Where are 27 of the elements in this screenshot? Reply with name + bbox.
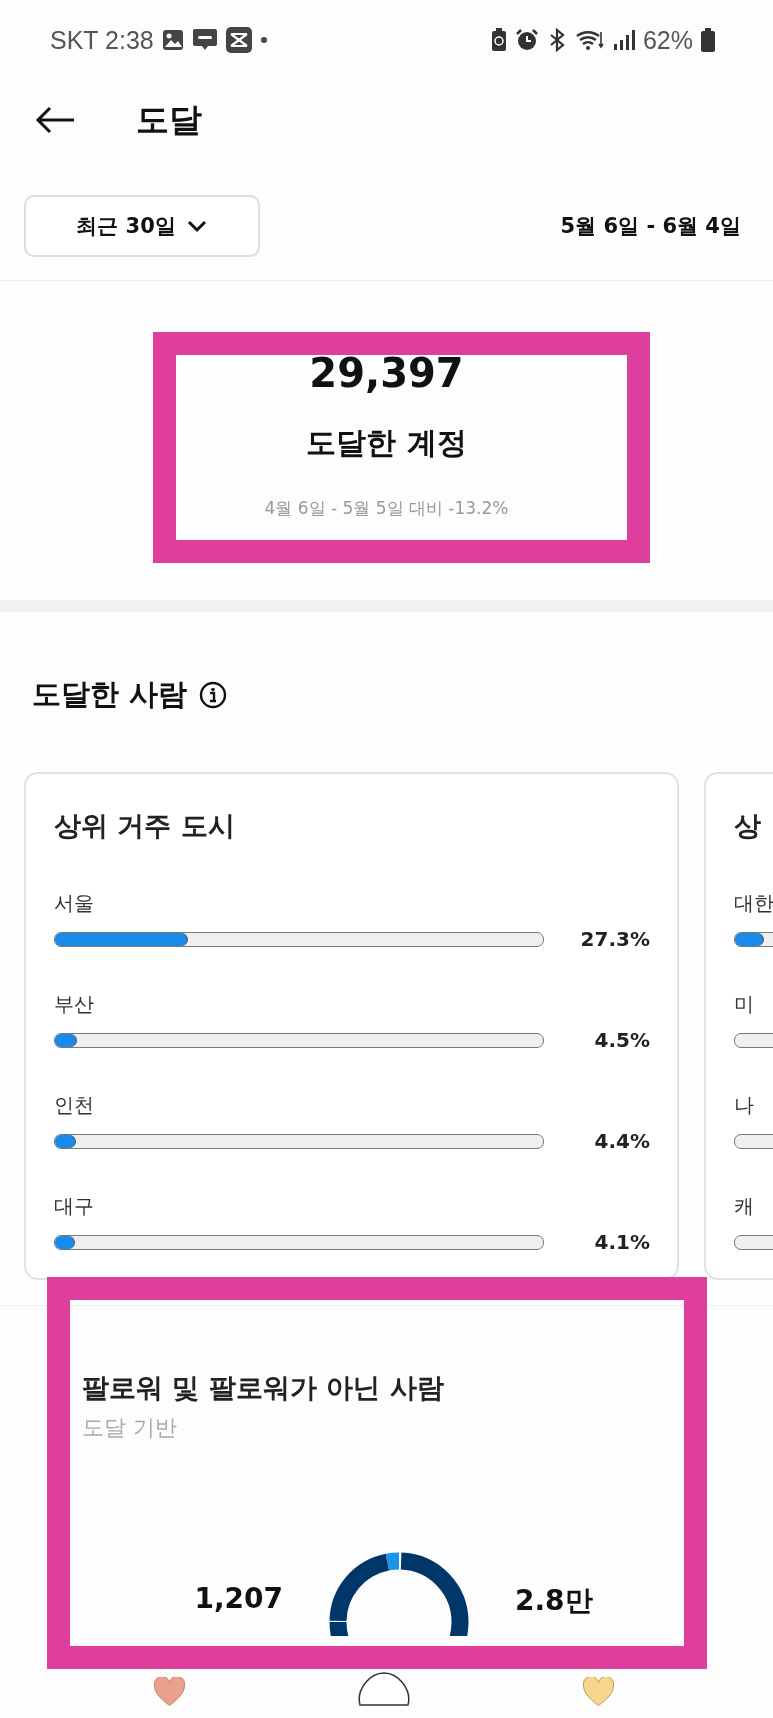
card-title: 상위 거주 도시 (54, 809, 236, 843)
follower-count: 1,207 (194, 1582, 283, 1615)
card-title: 상 (734, 809, 762, 843)
date-range: 5월 6일 - 6월 4일 (560, 213, 741, 240)
row-label: 서울 (54, 890, 95, 916)
status-time: SKT 2:38 (50, 25, 154, 55)
page-title: 도달 (136, 98, 202, 141)
percent-value: 27.3% (579, 927, 650, 951)
row-label: 미 (734, 991, 755, 1017)
section-subtitle: 도달 기반 (82, 1414, 178, 1442)
reach-count: 29,397 (309, 349, 464, 398)
row-label: 캐 (734, 1193, 755, 1219)
section-title: 도달한 사람 (32, 676, 188, 713)
percent-value: 4.1% (593, 1230, 650, 1254)
battery-percent: 62% (642, 25, 693, 55)
row-label: 나 (734, 1092, 755, 1118)
row-label: 부산 (54, 991, 95, 1017)
non-follower-count: 2.8만 (515, 1583, 593, 1619)
percent-value: 4.5% (593, 1028, 650, 1052)
period-dropdown[interactable]: 최근 30일 (24, 195, 260, 257)
reach-label: 도달한 계정 (306, 424, 467, 462)
row-label: 대한 (734, 890, 773, 916)
comparison-text: 4월 6일 - 5월 5일 대비 -13.2% (264, 497, 509, 520)
percent-value: 4.4% (593, 1129, 650, 1153)
section-title: 팔로워 및 팔로워가 아닌 사람 (82, 1371, 445, 1405)
row-label: 대구 (54, 1193, 95, 1219)
row-label: 인천 (54, 1092, 95, 1118)
